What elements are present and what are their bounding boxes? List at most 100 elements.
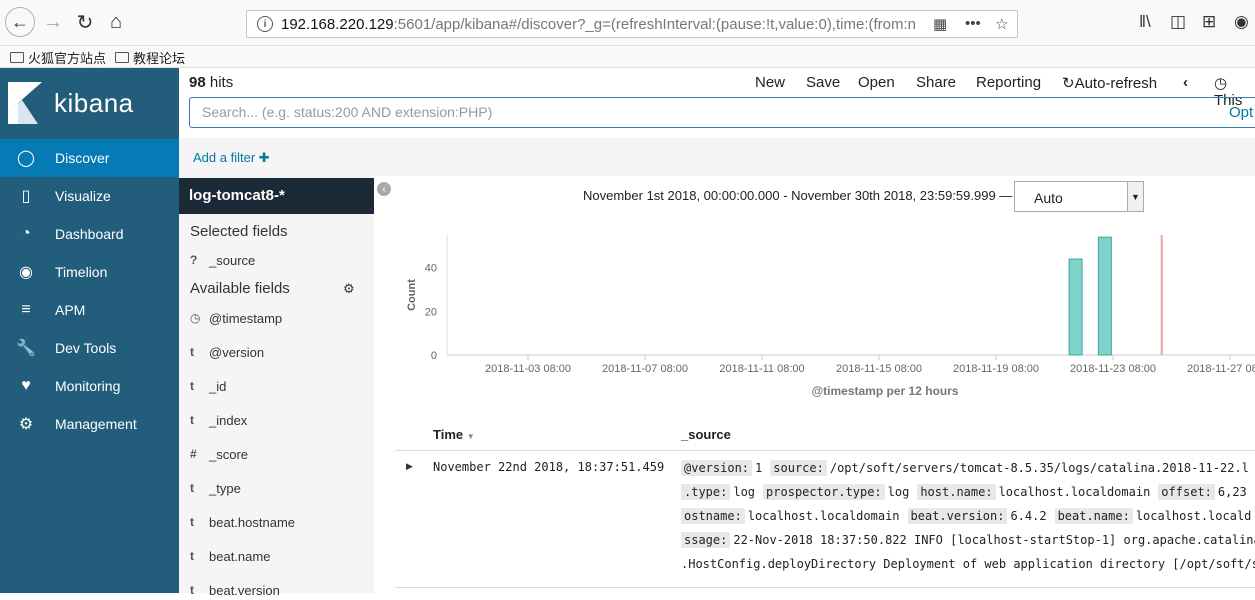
menu-reporting[interactable]: Reporting xyxy=(976,74,1041,91)
field-name: beat.name xyxy=(209,548,271,564)
search-input[interactable]: Search... (e.g. status:200 AND extension… xyxy=(189,97,1255,128)
field-type-icon: ? xyxy=(190,253,198,267)
nav-item-management[interactable]: ⚙ Management xyxy=(0,405,179,443)
more-actions-icon[interactable]: ••• xyxy=(965,15,981,32)
nav-item-label: Discover xyxy=(55,150,110,166)
heartbeat-icon: ♥ xyxy=(21,377,31,394)
reload-button[interactable]: ↻ xyxy=(70,7,100,37)
back-button[interactable]: ← xyxy=(5,7,35,37)
field-type-icon: t xyxy=(190,515,194,529)
nav-item-monitoring[interactable]: ♥ Monitoring xyxy=(0,367,179,405)
source-key: ssage: xyxy=(681,532,731,548)
field-item[interactable]: t beat.version xyxy=(190,580,370,600)
home-button[interactable]: ⌂ xyxy=(101,7,131,37)
field-item[interactable]: # _score xyxy=(190,444,370,464)
gear-icon[interactable]: ⚙ xyxy=(343,281,355,297)
apm-icon: ≡ xyxy=(21,301,31,318)
add-filter-button[interactable]: Add a filter ✚ xyxy=(193,150,270,166)
source-key: .type: xyxy=(681,484,731,500)
x-tick-label: 2018-11-15 08:00 xyxy=(836,363,922,375)
field-name: _id xyxy=(209,378,227,394)
url-path: :5601/app/kibana#/discover?_g=(refreshIn… xyxy=(393,15,916,33)
field-type-icon: t xyxy=(190,379,194,393)
source-line: @version: 1 source:/opt/soft/servers/tomca… xyxy=(681,460,1255,476)
url-bar[interactable]: i 192.168.220.129:5601/app/kibana#/disco… xyxy=(246,10,1018,38)
interval-select[interactable]: Auto ▼ xyxy=(1014,181,1144,212)
field-item[interactable]: t beat.name xyxy=(190,546,370,566)
histogram-chart: 0 20 40 2018-11-03 08:00 2018-11-07 08:00 201… xyxy=(406,235,1255,398)
x-axis-label: @timestamp per 12 hours xyxy=(811,384,958,398)
x-tick-label: 2018-11-23 08:00 xyxy=(1070,363,1156,375)
options-link[interactable]: Opt xyxy=(1229,104,1253,121)
source-value: log xyxy=(887,485,910,499)
forward-button[interactable]: → xyxy=(38,7,68,37)
source-key: ostname: xyxy=(681,508,745,524)
field-type-icon: t xyxy=(190,481,194,495)
bookmark-label: 火狐官方站点 xyxy=(28,52,107,67)
source-line: .HostConfig.deployDirectory Deployment o… xyxy=(681,557,1255,571)
bookmark-item[interactable]: 教程论坛 xyxy=(115,48,185,67)
nav-item-discover[interactable]: ◯ Discover xyxy=(0,139,179,177)
col-time[interactable]: Time ▼ xyxy=(433,427,475,442)
field-item[interactable]: t _type xyxy=(190,478,370,498)
x-tick-label: 2018-11-03 08:00 xyxy=(485,363,571,375)
menu-open[interactable]: Open xyxy=(858,74,895,91)
browser-toolbar: ← → ↻ ⌂ i 192.168.220.129:5601/app/kiban… xyxy=(0,0,1255,46)
field-name: _index xyxy=(209,412,248,428)
field-type-icon: t xyxy=(190,413,194,427)
field-item[interactable]: t _index xyxy=(190,410,370,430)
gauge-icon: ◔ xyxy=(21,225,31,242)
screenshot-icon[interactable]: ⊞ xyxy=(1202,12,1216,32)
folder-icon xyxy=(10,52,24,63)
x-tick-label: 2018-11-27 08:00 xyxy=(1187,363,1255,375)
bookmark-star-icon[interactable]: ☆ xyxy=(995,15,1008,33)
field-item[interactable]: t @version xyxy=(190,342,370,362)
collapse-sidebar-icon[interactable]: ‹ xyxy=(377,182,391,196)
library-icon[interactable]: ‖\ xyxy=(1139,12,1151,32)
source-value: localhost.localdomain xyxy=(747,509,900,523)
chevron-down-icon: ▼ xyxy=(1127,182,1143,211)
nav-item-timelion[interactable]: ◉ Timelion xyxy=(0,253,179,291)
y-tick-label: 20 xyxy=(425,306,437,318)
sidebar-icon[interactable]: ◫ xyxy=(1170,12,1186,32)
time-range-label[interactable]: November 1st 2018, 00:00:00.000 - Novemb… xyxy=(583,188,1012,203)
source-value: 22-Nov-2018 18:37:50.822 INFO [localhost… xyxy=(733,533,1255,547)
menu-new[interactable]: New xyxy=(755,74,785,91)
bar-chart-icon: ▯ xyxy=(21,188,31,205)
nav-item-dev-tools[interactable]: 🔧 Dev Tools xyxy=(0,329,179,367)
field-name: _type xyxy=(209,480,241,496)
field-item[interactable]: ? _source xyxy=(190,250,370,270)
menu-auto-refresh[interactable]: ↻Auto-refresh xyxy=(1062,74,1157,92)
x-tick-label: 2018-11-11 08:00 xyxy=(719,363,804,375)
field-item[interactable]: t _id xyxy=(190,376,370,396)
source-line: .type: log prospector.type: log host.name: lo… xyxy=(681,484,1255,500)
refresh-icon: ↻ xyxy=(1062,75,1075,92)
nav-item-label: Dev Tools xyxy=(55,340,117,356)
kibana-logo[interactable]: kibana xyxy=(8,82,134,124)
field-type-icon: t xyxy=(190,345,194,359)
x-tick-label: 2018-11-19 08:00 xyxy=(953,363,1039,375)
field-name: _source xyxy=(209,252,256,268)
expand-row-icon[interactable]: ▶ xyxy=(406,461,413,472)
sort-icon: ▼ xyxy=(466,432,475,441)
nav-item-visualize[interactable]: ▯ Visualize xyxy=(0,177,179,215)
info-icon[interactable]: i xyxy=(257,16,273,32)
field-item[interactable]: ◷ @timestamp xyxy=(190,308,370,328)
hits-count: 98 hits xyxy=(189,74,233,91)
clock-icon: ◷ xyxy=(190,311,201,325)
source-value: localhost.locald xyxy=(1135,509,1252,523)
wrench-icon: 🔧 xyxy=(16,340,36,357)
qr-code-icon[interactable]: ▦ xyxy=(933,15,947,33)
chevron-left-icon[interactable]: ‹ xyxy=(1183,74,1188,91)
source-key: prospector.type: xyxy=(763,484,885,500)
nav-item-dashboard[interactable]: ◔ Dashboard xyxy=(0,215,179,253)
nav-item-apm[interactable]: ≡ APM xyxy=(0,291,179,329)
bookmark-item[interactable]: 火狐官方站点 xyxy=(10,48,106,67)
source-line: ostname: localhost.localdomain beat.versio… xyxy=(681,508,1255,524)
index-pattern-selector[interactable]: log-tomcat8-* xyxy=(179,178,374,214)
menu-share[interactable]: Share xyxy=(916,74,956,91)
chat-icon[interactable]: ◉ xyxy=(1234,12,1249,32)
menu-save[interactable]: Save xyxy=(806,74,840,91)
folder-icon xyxy=(115,52,129,63)
field-item[interactable]: t beat.hostname xyxy=(190,512,370,532)
